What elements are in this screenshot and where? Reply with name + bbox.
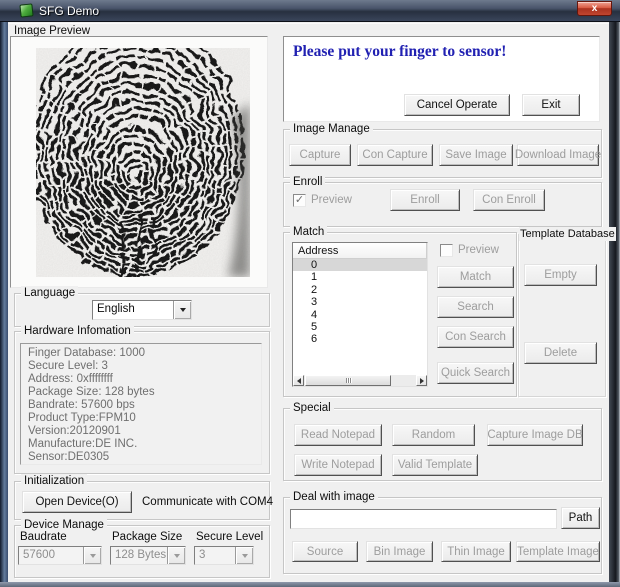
con-search-button[interactable]: Con Search	[437, 326, 514, 348]
image-manage-group-label: Image Manage	[290, 122, 373, 136]
package-size-label: Package Size	[112, 531, 183, 543]
bin-image-button[interactable]: Bin Image	[366, 541, 433, 562]
prompt-message: Please put your finger to sensor!	[293, 43, 507, 60]
match-preview-label: Preview	[458, 244, 499, 256]
app-icon	[19, 3, 34, 18]
source-button[interactable]: Source	[292, 541, 358, 562]
quick-search-button[interactable]: Quick Search	[437, 362, 514, 384]
capture-button[interactable]: Capture	[289, 144, 351, 166]
check-icon: ✓	[294, 194, 305, 206]
hw-manufacture: Manufacture:DE INC.	[28, 438, 138, 450]
enroll-preview-label: Preview	[311, 194, 352, 206]
cancel-operate-button[interactable]: Cancel Operate	[404, 94, 510, 116]
template-database-group: Template Database	[518, 227, 616, 397]
scrollbar-track[interactable]	[391, 375, 416, 386]
list-item[interactable]: 1	[293, 271, 427, 283]
window-frame-left	[0, 22, 8, 582]
list-item[interactable]: 3	[293, 296, 427, 308]
match-button[interactable]: Match	[437, 266, 514, 288]
horizontal-scrollbar[interactable]	[293, 375, 427, 386]
random-button[interactable]: Random	[392, 424, 475, 446]
path-button[interactable]: Path	[561, 507, 600, 529]
image-path-input[interactable]	[290, 509, 557, 529]
list-item[interactable]: 4	[293, 309, 427, 321]
device-manage-group-label: Device Manage	[21, 518, 107, 532]
enroll-group-label: Enroll	[290, 175, 326, 189]
hardware-info-panel: Finger Database: 1000 Secure Level: 3 Ad…	[20, 343, 262, 465]
chevron-down-icon	[235, 547, 253, 564]
secure-level-value: 3	[195, 547, 235, 564]
hw-package-size: Package Size: 128 bytes	[28, 386, 155, 398]
chevron-down-icon	[167, 547, 185, 564]
empty-button[interactable]: Empty	[524, 264, 597, 286]
save-image-button[interactable]: Save Image	[439, 144, 513, 166]
capture-image-db-button[interactable]: Capture Image DB	[487, 424, 583, 446]
hw-version: Version:20120901	[28, 425, 121, 437]
search-button[interactable]: Search	[437, 296, 514, 318]
list-item[interactable]: 2	[293, 284, 427, 296]
enroll-button[interactable]: Enroll	[390, 189, 460, 211]
scroll-left-icon[interactable]	[293, 375, 304, 386]
chevron-down-icon	[83, 547, 101, 564]
valid-template-button[interactable]: Valid Template	[392, 454, 478, 476]
address-list[interactable]: Address 0 1 2 3 4 5 6	[292, 242, 428, 387]
package-size-value: 128 Bytes	[111, 547, 167, 564]
open-device-button[interactable]: Open Device(O)	[22, 491, 132, 513]
title-bar[interactable]: SFG Demo x	[0, 0, 620, 22]
communicate-status-text: Communicate with COM4	[142, 496, 274, 508]
template-database-group-label: Template Database	[519, 227, 616, 241]
hw-finger-database: Finger Database: 1000	[28, 347, 145, 359]
language-selected-value: English	[97, 303, 135, 315]
thin-image-button[interactable]: Thin Image	[441, 541, 511, 562]
deal-with-image-group-label: Deal with image	[290, 490, 378, 504]
scrollbar-thumb[interactable]	[305, 375, 391, 386]
delete-button[interactable]: Delete	[524, 342, 597, 364]
app-window: SFG Demo x Image Preview Language Englis…	[0, 0, 620, 587]
fingerprint-image	[36, 48, 250, 277]
enroll-preview-checkbox[interactable]: ✓	[293, 194, 306, 207]
hardware-info-group-label: Hardware Infomation	[21, 324, 134, 338]
language-select[interactable]: English	[92, 300, 192, 320]
exit-button[interactable]: Exit	[522, 94, 580, 116]
chevron-down-icon[interactable]	[173, 301, 191, 319]
read-notepad-button[interactable]: Read Notepad	[294, 424, 382, 446]
download-image-button[interactable]: Download Image	[515, 144, 601, 166]
list-item[interactable]: 6	[293, 333, 427, 345]
hw-sensor: Sensor:DE0305	[28, 451, 110, 463]
window-title: SFG Demo	[39, 4, 100, 18]
template-image-button[interactable]: Template Image	[516, 541, 600, 562]
baudrate-select[interactable]: 57600	[18, 546, 102, 565]
hw-address: Address: 0xffffffff	[28, 373, 113, 385]
baudrate-label: Baudrate	[20, 531, 67, 543]
list-item[interactable]: 5	[293, 321, 427, 333]
match-group-label: Match	[290, 225, 328, 239]
hw-secure-level: Secure Level: 3	[28, 360, 108, 372]
address-column-header[interactable]: Address	[293, 243, 427, 259]
list-item[interactable]: 0	[293, 259, 427, 272]
hw-product-type: Product Type:FPM10	[28, 412, 136, 424]
initialization-group-label: Initialization	[21, 474, 88, 488]
window-frame-bottom	[0, 582, 620, 587]
scroll-right-icon[interactable]	[416, 375, 427, 386]
con-capture-button[interactable]: Con Capture	[357, 144, 433, 166]
baudrate-value: 57600	[19, 547, 83, 564]
con-enroll-button[interactable]: Con Enroll	[473, 189, 545, 211]
hw-bandrate: Bandrate: 57600 bps	[28, 399, 135, 411]
close-button[interactable]: x	[577, 1, 612, 16]
package-size-select[interactable]: 128 Bytes	[110, 546, 186, 565]
special-group-label: Special	[290, 401, 334, 415]
match-preview-checkbox[interactable]	[440, 244, 453, 257]
language-group-label: Language	[21, 286, 79, 300]
write-notepad-button[interactable]: Write Notepad	[294, 454, 382, 476]
secure-level-select[interactable]: 3	[194, 546, 254, 565]
secure-level-label: Secure Level	[196, 531, 264, 543]
window-frame-right	[609, 22, 620, 582]
